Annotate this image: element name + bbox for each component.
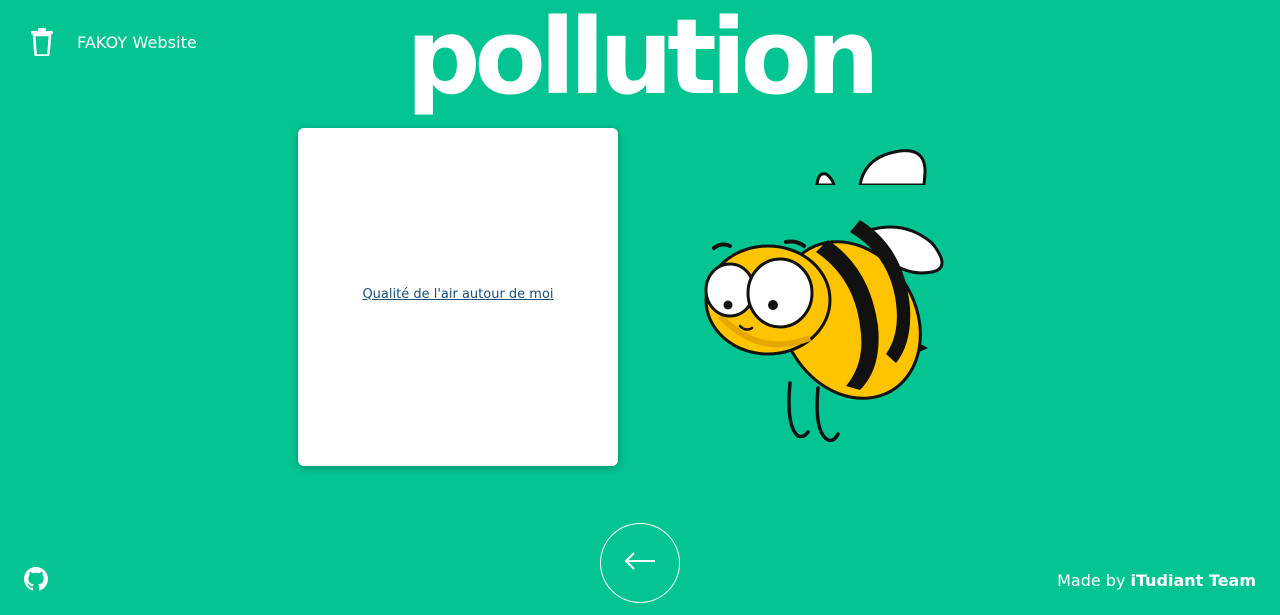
credit-prefix: Made by	[1057, 571, 1126, 590]
github-icon[interactable]	[24, 567, 48, 591]
info-card: Qualité de l'air autour de moi	[298, 128, 618, 466]
credit-text: Made by iTudiant Team	[1057, 571, 1256, 590]
arrow-left-icon	[623, 551, 657, 575]
page-title: pollution	[405, 0, 880, 118]
back-button[interactable]	[600, 523, 680, 603]
credit-team-link[interactable]: iTudiant Team	[1131, 571, 1256, 590]
page: FAKOY Website pollution Qualité de l'air…	[0, 0, 1280, 615]
air-quality-link[interactable]: Qualité de l'air autour de moi	[362, 287, 553, 302]
bee-illustration	[700, 148, 960, 448]
